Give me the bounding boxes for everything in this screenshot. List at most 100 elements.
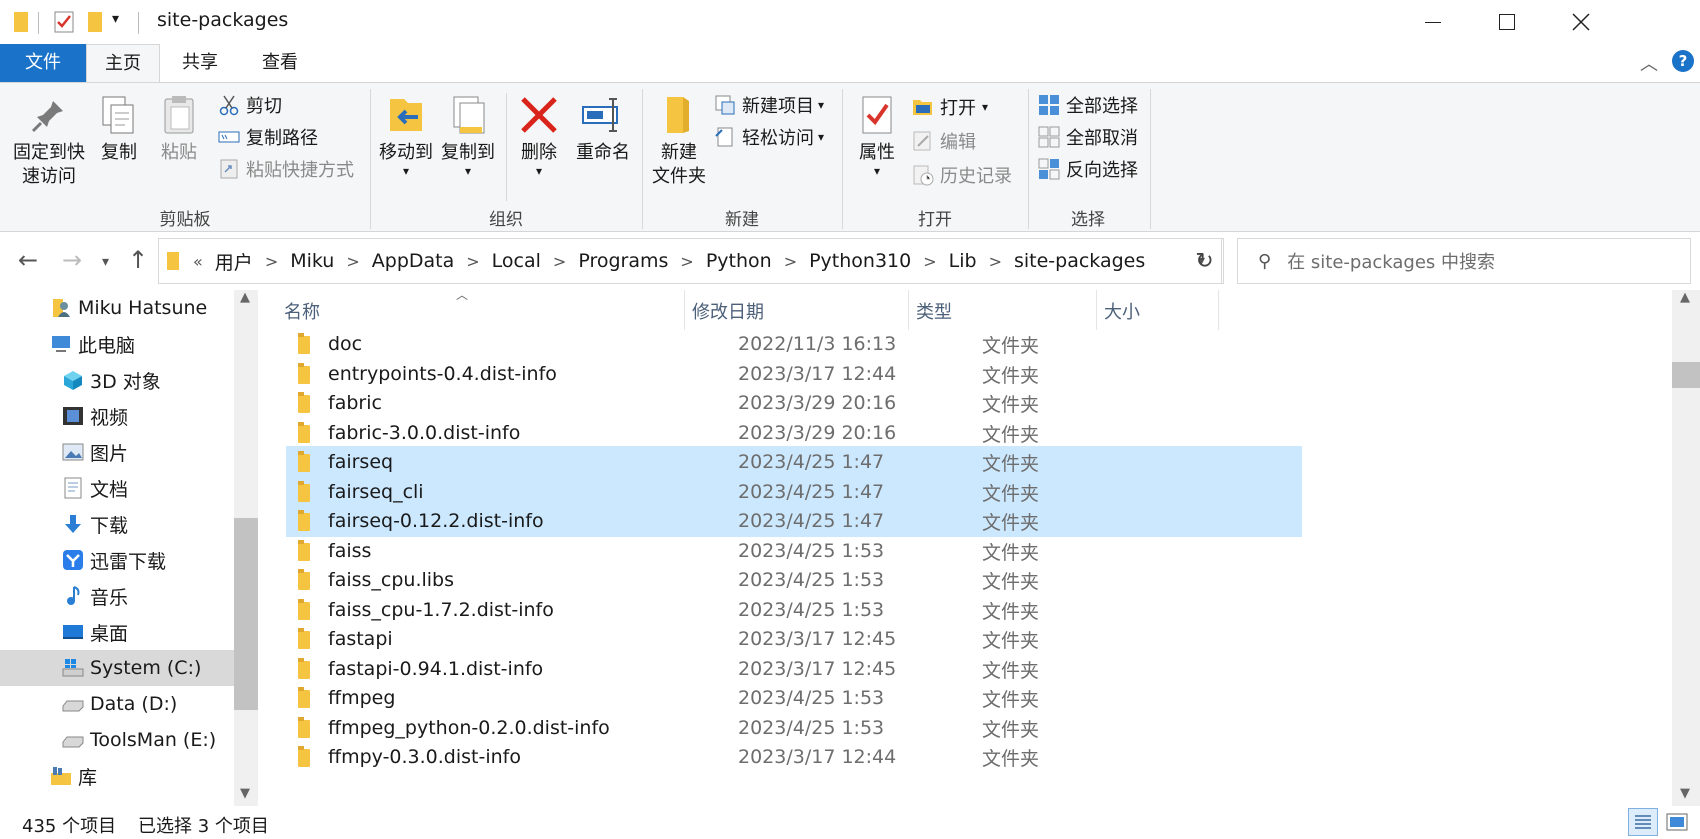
tab-share[interactable]: 共享 [160, 44, 240, 82]
file-row[interactable]: ffmpeg 2023/4/25 1:53 文件夹 [286, 682, 1302, 714]
close-button[interactable] [1544, 0, 1618, 44]
file-row[interactable]: doc 2022/11/3 16:13 文件夹 [286, 328, 1302, 360]
minimize-button[interactable] [1396, 0, 1470, 44]
file-name[interactable]: fastapi [328, 628, 738, 650]
paste-shortcut-button[interactable]: 粘贴快捷方式 [218, 155, 354, 183]
file-name[interactable]: fabric [328, 392, 738, 414]
file-list-scrollbar[interactable]: ▲ ▼ [1672, 290, 1700, 806]
select-all-button[interactable]: 全部选择 [1038, 91, 1138, 119]
sidebar-item-documents[interactable]: 文档 [62, 470, 128, 506]
file-row[interactable]: faiss 2023/4/25 1:53 文件夹 [286, 535, 1302, 567]
pin-quick-access-button[interactable]: 固定到快 速访问 [6, 93, 92, 189]
breadcrumb-item[interactable]: Local [492, 250, 541, 272]
column-separator[interactable] [1218, 290, 1219, 330]
breadcrumb-item[interactable]: 用户 [215, 248, 253, 275]
column-header-size[interactable]: 大小 [1104, 298, 1140, 324]
file-name[interactable]: fairseq_cli [328, 481, 738, 503]
maximize-button[interactable] [1470, 0, 1544, 44]
recent-locations-chevron-icon[interactable]: ▾ [102, 254, 109, 270]
invert-selection-button[interactable]: 反向选择 [1038, 155, 1138, 183]
chevron-right-icon[interactable]: > [346, 252, 359, 271]
chevron-right-icon[interactable]: > [784, 252, 797, 271]
paste-button[interactable]: 粘贴 [156, 93, 202, 165]
sidebar-item-music[interactable]: 音乐 [62, 578, 128, 614]
file-row[interactable]: fabric-3.0.0.dist-info 2023/3/29 20:16 文件夹 [286, 417, 1302, 449]
breadcrumb-item[interactable]: Programs [578, 250, 668, 272]
column-header-name[interactable]: 名称 [284, 298, 320, 324]
search-input[interactable]: ⚲ 在 site-packages 中搜索 [1237, 238, 1691, 284]
sidebar-scrollbar[interactable]: ▲ ▼ [234, 290, 258, 806]
file-name[interactable]: doc [328, 333, 738, 355]
customize-toolbar-icon[interactable]: ▾ [112, 11, 119, 27]
chevron-right-icon[interactable]: > [989, 252, 1002, 271]
breadcrumb-item[interactable]: Lib [949, 250, 977, 272]
chevron-right-icon[interactable]: > [265, 252, 278, 271]
scroll-down-icon[interactable]: ▼ [240, 786, 250, 801]
column-separator[interactable] [1096, 290, 1097, 330]
file-name[interactable]: ffmpeg [328, 687, 738, 709]
chevron-right-icon[interactable]: > [553, 252, 566, 271]
file-name[interactable]: faiss_cpu.libs [328, 569, 738, 591]
file-name[interactable]: fabric-3.0.0.dist-info [328, 422, 738, 444]
scroll-down-icon[interactable]: ▼ [1680, 786, 1690, 801]
sidebar-item-thunder[interactable]: 迅雷下载 [62, 542, 166, 578]
breadcrumb-item[interactable]: Python [706, 250, 772, 272]
scroll-up-icon[interactable]: ▲ [1680, 290, 1690, 305]
scroll-up-icon[interactable]: ▲ [240, 290, 250, 305]
sidebar-item-system-c[interactable]: System (C:) [62, 650, 201, 686]
column-header-date[interactable]: 修改日期 [692, 298, 764, 324]
file-row[interactable]: fastapi 2023/3/17 12:45 文件夹 [286, 623, 1302, 655]
file-row[interactable]: ffmpeg_python-0.2.0.dist-info 2023/4/25 1… [286, 712, 1302, 744]
column-separator[interactable] [684, 290, 685, 330]
sidebar-item-user[interactable]: Miku Hatsune [50, 290, 207, 326]
file-name[interactable]: fastapi-0.94.1.dist-info [328, 658, 738, 680]
sidebar-item-pictures[interactable]: 图片 [62, 434, 128, 470]
details-view-icon[interactable] [1628, 808, 1658, 836]
file-name[interactable]: fairseq [328, 451, 738, 473]
file-row[interactable]: fabric 2023/3/29 20:16 文件夹 [286, 387, 1302, 419]
move-to-button[interactable]: 移动到 ▾ [376, 93, 436, 177]
file-row[interactable]: fastapi-0.94.1.dist-info 2023/3/17 12:45 文… [286, 653, 1302, 685]
delete-button[interactable]: 删除 ▾ [516, 93, 562, 177]
sidebar-item-toolsman-e[interactable]: ToolsMan (E:) [62, 722, 216, 758]
rename-button[interactable]: 重命名 [570, 93, 636, 165]
tab-home[interactable]: 主页 [86, 44, 160, 83]
new-folder-quick-icon[interactable] [88, 10, 102, 34]
collapse-ribbon-icon[interactable]: ︿ [1640, 50, 1658, 76]
column-separator[interactable] [908, 290, 909, 330]
tab-view[interactable]: 查看 [240, 44, 320, 82]
file-row[interactable]: fairseq-0.12.2.dist-info 2023/4/25 1:47 文件… [286, 505, 1302, 537]
properties-button[interactable]: 属性 ▾ [848, 93, 906, 177]
history-button[interactable]: 历史记录 [912, 161, 1012, 189]
file-row[interactable]: faiss_cpu.libs 2023/4/25 1:53 文件夹 [286, 564, 1302, 596]
refresh-icon[interactable]: ↻ [1186, 238, 1224, 284]
new-folder-button[interactable]: 新建 文件夹 [648, 93, 710, 189]
properties-quick-icon[interactable] [54, 10, 74, 34]
open-button[interactable]: 打开 ▾ [912, 93, 988, 121]
file-name[interactable]: fairseq-0.12.2.dist-info [328, 510, 738, 532]
column-header-type[interactable]: 类型 [916, 298, 952, 324]
cut-button[interactable]: 剪切 [218, 91, 282, 119]
sidebar-item-data-d[interactable]: Data (D:) [62, 686, 177, 722]
sidebar-item-desktop[interactable]: 桌面 [62, 614, 128, 650]
overflow-icon[interactable]: « [193, 252, 203, 271]
file-row[interactable]: ffmpy-0.3.0.dist-info 2023/3/17 12:44 文件夹 [286, 741, 1302, 773]
breadcrumb-item[interactable]: AppData [372, 250, 455, 272]
file-row[interactable]: fairseq_cli 2023/4/25 1:47 文件夹 [286, 476, 1302, 508]
up-arrow-icon[interactable]: ↑ [128, 246, 148, 274]
tab-file[interactable]: 文件 [0, 44, 86, 82]
sidebar-item-downloads[interactable]: 下载 [62, 506, 128, 542]
copy-button[interactable]: 复制 [96, 93, 142, 165]
new-item-button[interactable]: 新建项目 ▾ [714, 91, 824, 119]
chevron-right-icon[interactable]: > [466, 252, 479, 271]
breadcrumb-item[interactable]: Miku [290, 250, 334, 272]
help-icon[interactable]: ? [1672, 50, 1694, 72]
file-name[interactable]: entrypoints-0.4.dist-info [328, 363, 738, 385]
easy-access-button[interactable]: 轻松访问 ▾ [714, 123, 824, 151]
breadcrumb-item[interactable]: site-packages [1014, 250, 1145, 272]
file-list-scroll-thumb[interactable] [1672, 362, 1700, 388]
sidebar-scroll-thumb[interactable] [234, 518, 258, 710]
sidebar-item-3d-objects[interactable]: 3D 对象 [62, 362, 161, 398]
file-row[interactable]: faiss_cpu-1.7.2.dist-info 2023/4/25 1:53 文… [286, 594, 1302, 626]
file-name[interactable]: ffmpy-0.3.0.dist-info [328, 746, 738, 768]
